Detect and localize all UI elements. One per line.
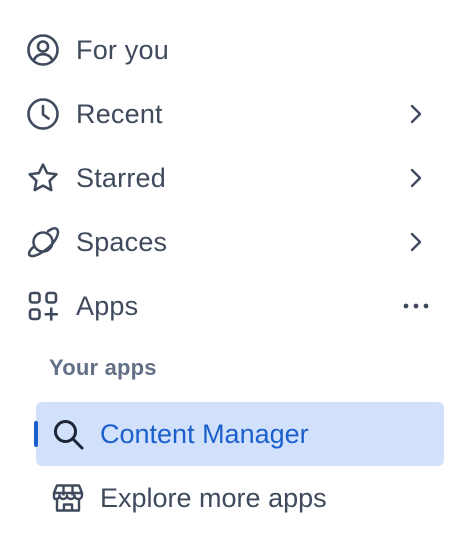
sidebar-nav: For you Recent Starred Spaces Apps Your … <box>0 0 466 558</box>
nav-item-label: Apps <box>76 290 139 321</box>
nav-item-starred[interactable]: Starred <box>14 150 446 206</box>
more-options-icon[interactable] <box>402 292 430 320</box>
app-item-label: Explore more apps <box>100 482 327 513</box>
chevron-right-icon[interactable] <box>402 164 430 192</box>
planet-icon <box>25 224 61 260</box>
app-item-explore-more-apps[interactable]: Explore more apps <box>36 466 444 530</box>
clock-icon <box>25 96 61 132</box>
nav-item-for-you[interactable]: For you <box>14 22 446 78</box>
search-icon <box>50 416 86 452</box>
nav-item-label: Recent <box>76 98 163 129</box>
nav-item-label: Spaces <box>76 226 168 257</box>
chevron-right-icon[interactable] <box>402 100 430 128</box>
nav-item-apps[interactable]: Apps <box>14 278 446 334</box>
nav-item-recent[interactable]: Recent <box>14 86 446 142</box>
selected-indicator <box>34 421 38 447</box>
app-item-label: Content Manager <box>100 418 309 449</box>
user-circle-icon <box>25 32 61 68</box>
chevron-right-icon[interactable] <box>402 228 430 256</box>
star-icon <box>25 160 61 196</box>
nav-item-spaces[interactable]: Spaces <box>14 214 446 270</box>
marketplace-store-icon <box>50 480 86 516</box>
your-apps-heading: Your apps <box>49 355 157 380</box>
nav-item-label: For you <box>76 34 169 65</box>
app-item-content-manager[interactable]: Content Manager <box>36 402 444 466</box>
apps-grid-icon <box>25 288 61 324</box>
nav-item-label: Starred <box>76 162 166 193</box>
